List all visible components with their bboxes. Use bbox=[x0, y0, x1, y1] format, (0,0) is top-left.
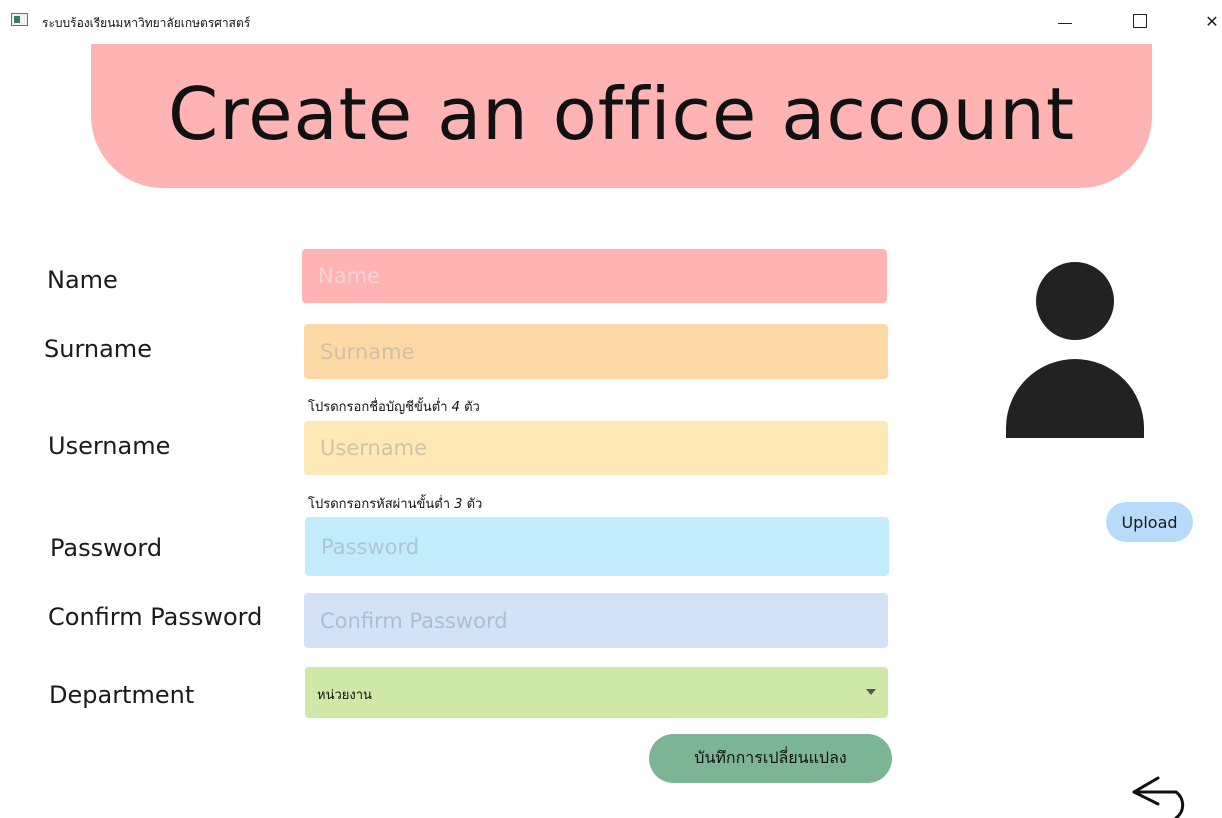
chevron-down-icon[interactable] bbox=[866, 689, 876, 695]
department-label: Department bbox=[49, 681, 195, 709]
confirm-password-input[interactable]: Confirm Password bbox=[304, 593, 888, 648]
surname-label: Surname bbox=[44, 335, 152, 363]
close-button[interactable]: ✕ bbox=[1192, 8, 1222, 36]
save-changes-button[interactable]: บันทึกการเปลี่ยนแปลง bbox=[649, 734, 892, 783]
username-hint-number: 4 bbox=[451, 400, 460, 415]
username-label: Username bbox=[48, 432, 171, 460]
header-banner: Create an office account bbox=[91, 44, 1152, 188]
password-hint-number: 3 bbox=[454, 497, 463, 512]
window-title: ระบบร้องเรียนมหาวิทยาลัยเกษตรศาสตร์ bbox=[42, 16, 251, 30]
username-hint-text: โปรดกรอกชื่อบัญชีขั้นต่ำ bbox=[308, 400, 448, 415]
user-avatar-icon bbox=[1006, 262, 1144, 438]
department-select[interactable]: หน่วยงาน bbox=[305, 667, 888, 718]
password-label: Password bbox=[50, 534, 163, 562]
minimize-button[interactable] bbox=[1046, 8, 1086, 36]
maximize-icon bbox=[1133, 14, 1147, 28]
password-hint-text: โปรดกรอกรหัสผ่านขั้นต่ำ bbox=[308, 497, 450, 512]
username-input[interactable]: Username bbox=[304, 421, 888, 475]
page-title: Create an office account bbox=[167, 72, 1076, 156]
username-hint-unit: ตัว bbox=[464, 400, 480, 415]
password-hint-unit: ตัว bbox=[466, 497, 483, 512]
window-titlebar: ระบบร้องเรียนมหาวิทยาลัยเกษตรศาสตร์ ✕ bbox=[0, 0, 1222, 44]
upload-button[interactable]: Upload bbox=[1106, 502, 1193, 542]
name-input[interactable]: Name bbox=[302, 249, 887, 303]
department-selected-value: หน่วยงาน bbox=[317, 688, 372, 703]
surname-input[interactable]: Surname bbox=[304, 324, 888, 379]
name-label: Name bbox=[47, 266, 118, 294]
password-hint: โปรดกรอกรหัสผ่านขั้นต่ำ 3 ตัว bbox=[308, 493, 482, 514]
confirm-password-label: Confirm Password bbox=[48, 603, 263, 631]
minimize-icon bbox=[1058, 23, 1072, 24]
password-input[interactable]: Password bbox=[305, 517, 889, 576]
username-hint: โปรดกรอกชื่อบัญชีขั้นต่ำ 4 ตัว bbox=[308, 396, 480, 417]
app-icon bbox=[11, 13, 28, 26]
back-arrow-icon[interactable] bbox=[1128, 772, 1200, 818]
maximize-button[interactable] bbox=[1121, 8, 1161, 36]
